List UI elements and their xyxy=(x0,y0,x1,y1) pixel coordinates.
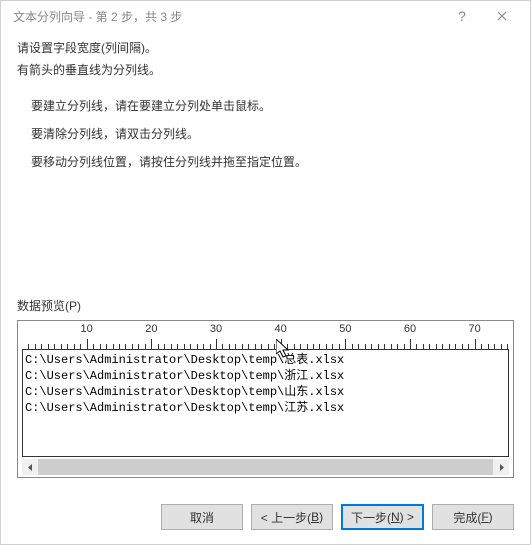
data-preview-box[interactable]: 10 20 30 40 50 60 70 C:\Users\Administrator\De… xyxy=(17,320,514,478)
next-button[interactable]: 下一步(N) > xyxy=(341,504,424,530)
instruction-clear: 要清除分列线，请双击分列线。 xyxy=(31,125,514,143)
ruler-tick-label: 30 xyxy=(210,323,222,335)
data-preview-label: 数据预览(P) xyxy=(17,297,514,314)
scroll-thumb[interactable] xyxy=(38,459,493,475)
ruler-tick-major xyxy=(410,339,411,349)
dialog-title: 文本分列向导 - 第 2 步，共 3 步 xyxy=(13,8,442,25)
ruler-tick-major xyxy=(87,339,88,349)
ruler-tick-major xyxy=(475,339,476,349)
instruction-create: 要建立分列线，请在要建立分列处单击鼠标。 xyxy=(31,97,514,115)
text-to-columns-wizard-dialog: 文本分列向导 - 第 2 步，共 3 步 ? 请设置字段宽度(列间隔)。 有箭头… xyxy=(0,0,531,545)
ruler-tick-label: 10 xyxy=(81,323,93,335)
button-row: 取消 < 上一步(B) 下一步(N) > 完成(F) xyxy=(1,492,530,544)
titlebar: 文本分列向导 - 第 2 步，共 3 步 ? xyxy=(1,1,530,31)
ruler-tick-label: 20 xyxy=(145,323,157,335)
finish-button[interactable]: 完成(F) xyxy=(432,504,514,530)
instruction-move: 要移动分列线位置，请按住分列线并拖至指定位置。 xyxy=(31,153,514,171)
ruler-tick-label: 40 xyxy=(275,323,287,335)
cancel-button[interactable]: 取消 xyxy=(161,504,243,530)
ruler-tick-major xyxy=(281,339,282,349)
triangle-right-icon xyxy=(498,464,505,471)
ruler[interactable]: 10 20 30 40 50 60 70 xyxy=(18,321,513,349)
horizontal-scrollbar[interactable] xyxy=(22,459,509,475)
scroll-track[interactable] xyxy=(38,459,493,475)
dialog-content: 请设置字段宽度(列间隔)。 有箭头的垂直线为分列线。 要建立分列线，请在要建立分… xyxy=(1,31,530,492)
instructions: 要建立分列线，请在要建立分列处单击鼠标。 要清除分列线，请双击分列线。 要移动分… xyxy=(31,97,514,171)
preview-data-area[interactable]: C:\Users\Administrator\Desktop\temp\总表.x… xyxy=(22,349,509,457)
scroll-right-button[interactable] xyxy=(493,459,509,475)
triangle-left-icon xyxy=(27,464,34,471)
intro-line-2: 有箭头的垂直线为分列线。 xyxy=(17,61,514,79)
ruler-tick-major xyxy=(216,339,217,349)
ruler-tick-label: 70 xyxy=(469,323,481,335)
close-button[interactable] xyxy=(482,2,522,30)
close-icon xyxy=(497,11,507,21)
back-button[interactable]: < 上一步(B) xyxy=(251,504,333,530)
preview-rows: C:\Users\Administrator\Desktop\temp\总表.x… xyxy=(23,350,508,418)
ruler-tick-label: 50 xyxy=(339,323,351,335)
ruler-tick-label: 60 xyxy=(404,323,416,335)
scroll-left-button[interactable] xyxy=(22,459,38,475)
help-button[interactable]: ? xyxy=(442,2,482,30)
intro-line-1: 请设置字段宽度(列间隔)。 xyxy=(17,39,514,57)
ruler-tick-major xyxy=(345,339,346,349)
ruler-tick-major xyxy=(151,339,152,349)
